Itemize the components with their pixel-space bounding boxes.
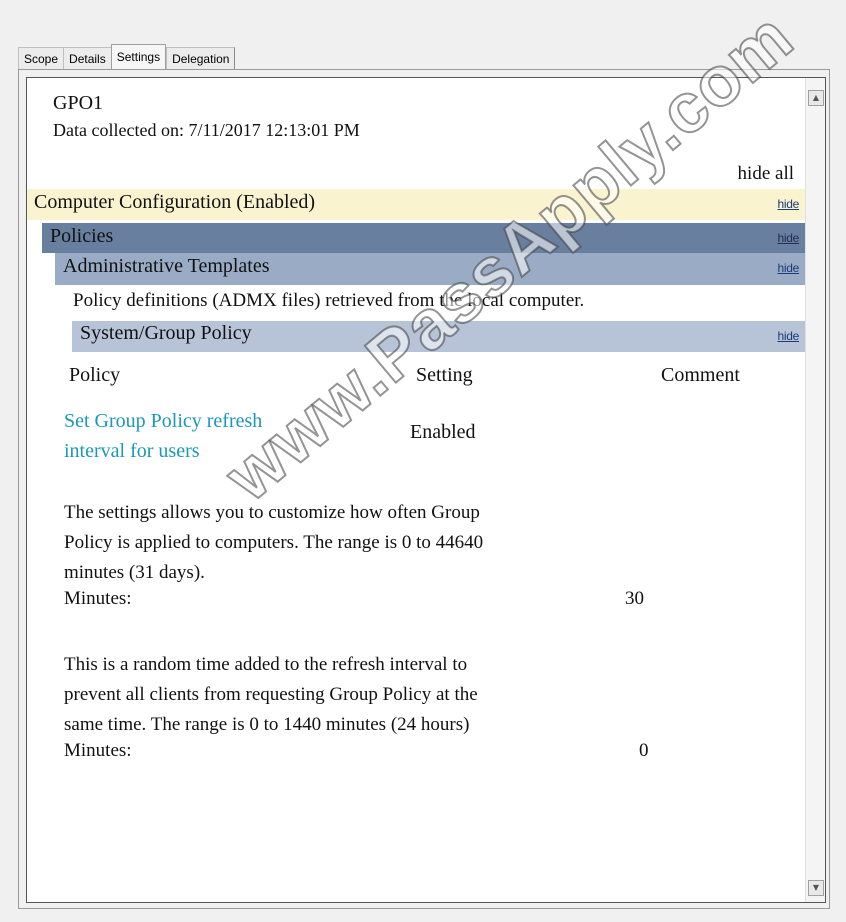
tab-scope[interactable]: Scope xyxy=(18,47,64,70)
tab-settings[interactable]: Settings xyxy=(110,44,167,71)
tab-strip: Scope Details Settings Delegation xyxy=(18,44,236,71)
system-group-policy-header[interactable]: System/Group Policy hide xyxy=(72,321,807,352)
column-header-setting: Setting xyxy=(416,364,473,386)
policy-setting-value: Enabled xyxy=(410,421,476,443)
policy-name-line2: interval for users xyxy=(64,440,200,462)
system-group-policy-hide-link[interactable]: hide xyxy=(778,329,800,343)
admx-definitions-note: Policy definitions (ADMX files) retrieve… xyxy=(73,290,585,311)
tab-delegation[interactable]: Delegation xyxy=(166,47,236,70)
random-offset-description: This is a random time added to the refre… xyxy=(64,650,664,740)
offset-minutes-value: 0 xyxy=(639,740,649,761)
administrative-templates-label: Administrative Templates xyxy=(63,255,270,277)
description2-line3: same time. The range is 0 to 1440 minute… xyxy=(64,714,470,735)
computer-configuration-label: Computer Configuration (Enabled) xyxy=(34,191,316,213)
description2-line2: prevent all clients from requesting Grou… xyxy=(64,684,478,705)
policies-label: Policies xyxy=(50,225,114,247)
hide-all-link[interactable]: hide all xyxy=(738,163,794,185)
description2-line1: This is a random time added to the refre… xyxy=(64,654,468,675)
policy-name-line1: Set Group Policy refresh xyxy=(64,410,263,432)
column-header-policy: Policy xyxy=(69,364,121,386)
scroll-down-icon[interactable]: ▼ xyxy=(808,880,824,896)
vertical-scrollbar[interactable]: ▲ ▼ xyxy=(805,78,825,902)
administrative-templates-hide-link[interactable]: hide xyxy=(778,261,800,275)
tab-details[interactable]: Details xyxy=(63,47,111,70)
description1-line2: Policy is applied to computers. The rang… xyxy=(64,532,484,553)
policies-hide-link[interactable]: hide xyxy=(778,231,800,245)
refresh-interval-description: The settings allows you to customize how… xyxy=(64,498,664,588)
offset-minutes-label: Minutes: xyxy=(64,740,132,761)
computer-configuration-hide-link[interactable]: hide xyxy=(778,197,800,211)
description1-line1: The settings allows you to customize how… xyxy=(64,502,480,523)
settings-report: GPO1 Data collected on: 7/11/2017 12:13:… xyxy=(26,77,826,903)
system-group-policy-label: System/Group Policy xyxy=(80,322,252,344)
scroll-up-icon[interactable]: ▲ xyxy=(808,90,824,106)
gpo-name: GPO1 xyxy=(53,92,104,114)
data-collected-text: Data collected on: 7/11/2017 12:13:01 PM xyxy=(53,120,360,140)
refresh-minutes-value: 30 xyxy=(625,588,644,609)
policy-name-link[interactable]: Set Group Policy refresh interval for us… xyxy=(64,406,364,466)
settings-panel: GPO1 Data collected on: 7/11/2017 12:13:… xyxy=(18,69,830,909)
computer-configuration-header[interactable]: Computer Configuration (Enabled) hide xyxy=(27,189,807,220)
refresh-minutes-label: Minutes: xyxy=(64,588,132,609)
description1-line3: minutes (31 days). xyxy=(64,562,205,583)
administrative-templates-header[interactable]: Administrative Templates hide xyxy=(55,253,807,285)
column-header-comment: Comment xyxy=(661,364,740,386)
policies-header[interactable]: Policies hide xyxy=(42,223,807,253)
